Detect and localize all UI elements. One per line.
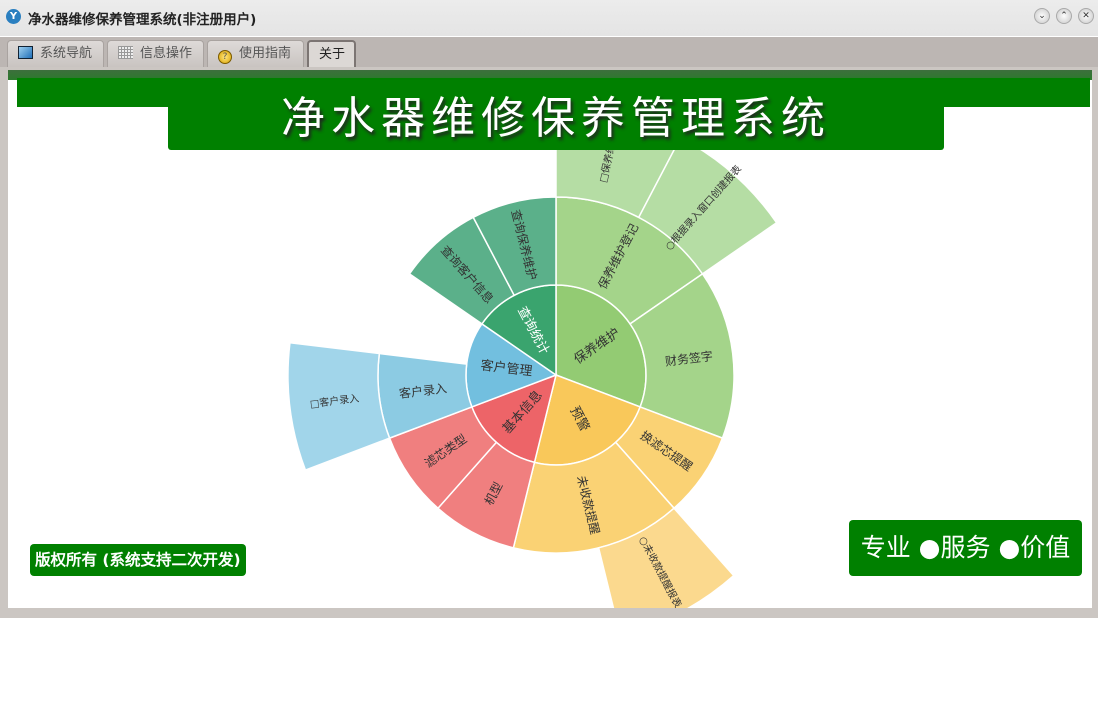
title-bar: Y 净水器维修保养管理系统(非注册用户) ⌄ ⌃ ✕: [0, 0, 1098, 36]
header-title-box: 净水器维修保养管理系统: [168, 78, 944, 150]
slogan-badge: 专业 ●服务 ●价值: [849, 520, 1082, 576]
close-button[interactable]: ✕: [1078, 8, 1094, 24]
app-logo-icon: Y: [6, 9, 21, 24]
copyright-badge: 版权所有 (系统支持二次开发): [30, 544, 246, 576]
maximize-button[interactable]: ⌃: [1056, 8, 1072, 24]
help-icon: ?: [218, 50, 232, 64]
tab-bar: 系统导航 信息操作 ? 使用指南 关于: [0, 37, 1098, 67]
about-panel: 保养维护 保养维护登记 □保养维护 ○根据录入窗口创建报表 财务签字 预警 换滤芯提醒 未收款…: [8, 70, 1092, 608]
tab-user-guide[interactable]: ? 使用指南: [207, 40, 304, 67]
tab-label: 系统导航: [40, 46, 93, 61]
page-title: 净水器维修保养管理系统: [281, 93, 831, 144]
tab-label: 使用指南: [239, 46, 292, 61]
tab-label: 信息操作: [140, 46, 193, 61]
grid-icon: [118, 46, 133, 59]
tab-system-nav[interactable]: 系统导航: [7, 40, 104, 67]
minimize-button[interactable]: ⌄: [1034, 8, 1050, 24]
window-title: 净水器维修保养管理系统(非注册用户): [28, 12, 257, 28]
tab-info-ops[interactable]: 信息操作: [107, 40, 204, 67]
monitor-icon: [18, 46, 33, 59]
tab-label: 关于: [319, 47, 346, 62]
tab-about[interactable]: 关于: [307, 40, 356, 67]
